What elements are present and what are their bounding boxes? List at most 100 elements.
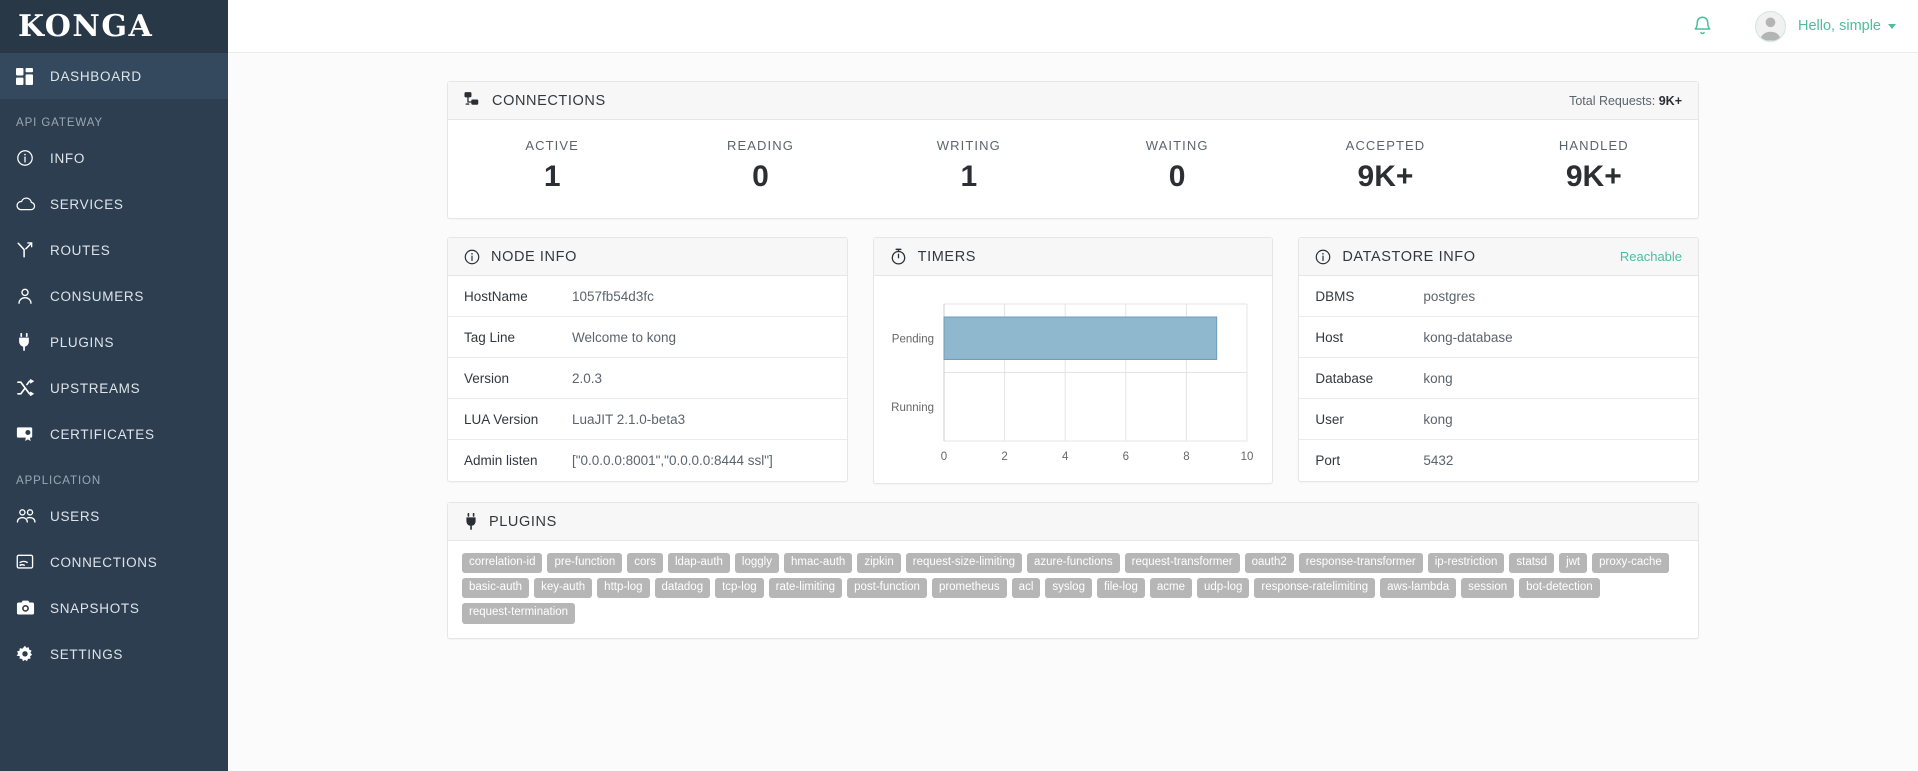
chart-xtick-label: 10: [1240, 451, 1253, 463]
plugin-tag[interactable]: request-size-limiting: [905, 553, 1022, 574]
plugin-tag[interactable]: azure-functions: [1027, 553, 1120, 574]
table-row: User kong: [1299, 399, 1699, 440]
sidebar-item-users[interactable]: USERS: [0, 493, 228, 539]
sidebar-item-connections[interactable]: CONNECTIONS: [0, 539, 228, 585]
plugin-tag[interactable]: loggly: [734, 553, 779, 574]
plugin-tag[interactable]: aws-lambda: [1380, 578, 1457, 599]
timers-title: TIMERS: [917, 248, 977, 265]
plugin-tag[interactable]: acl: [1011, 578, 1041, 599]
plugin-tag[interactable]: bot-detection: [1519, 578, 1600, 599]
connections-card: CONNECTIONS Total Requests: 9K+ ACTIVE 1: [447, 81, 1699, 219]
plugin-tag[interactable]: syslog: [1045, 578, 1092, 599]
connections-header-left: CONNECTIONS: [464, 92, 606, 109]
sidebar-item-label: UPSTREAMS: [50, 380, 141, 396]
sidebar-item-label: SERVICES: [50, 196, 124, 212]
stat-reading: READING 0: [656, 138, 864, 192]
sidebar-section-application: APPLICATION: [16, 475, 102, 487]
timers-chart-svg: 0 2 4 6 8 10 Pending Running: [891, 303, 1253, 463]
table-row: Host kong-database: [1299, 317, 1699, 358]
timers-card: TIMERS 0 2 4 6 8 10 Pending Running: [872, 237, 1274, 484]
sidebar-item-dashboard[interactable]: DASHBOARD: [0, 53, 228, 99]
total-requests: Total Requests: 9K+: [1569, 94, 1682, 108]
user-menu[interactable]: Hello, simple: [1755, 10, 1896, 42]
plugin-tag[interactable]: basic-auth: [462, 578, 530, 599]
timers-chart: 0 2 4 6 8 10 Pending Running: [874, 276, 1273, 483]
table-row: Tag Line Welcome to kong: [448, 317, 847, 358]
sidebar-item-plugins[interactable]: PLUGINS: [0, 319, 228, 365]
row-key: User: [1315, 411, 1344, 427]
datastore-info-title: DATASTORE INFO: [1342, 248, 1476, 265]
app-root: KONGA DASHBOARD API GATEWAY INFO SERVICE…: [0, 0, 1918, 771]
row-value: postgres: [1423, 288, 1476, 304]
plugin-tag[interactable]: proxy-cache: [1592, 553, 1669, 574]
plugin-tag[interactable]: file-log: [1096, 578, 1145, 599]
plugin-tag[interactable]: hmac-auth: [783, 553, 853, 574]
sidebar-item-certificates[interactable]: CERTIFICATES: [0, 411, 228, 457]
plugin-tag[interactable]: http-log: [597, 578, 650, 599]
plugin-tag[interactable]: key-auth: [534, 578, 593, 599]
plugin-tag[interactable]: prometheus: [931, 578, 1007, 599]
table-row: Port 5432: [1299, 440, 1698, 481]
node-info-header: NODE INFO: [448, 238, 847, 276]
sidebar-item-info[interactable]: INFO: [0, 135, 228, 181]
plugin-tag[interactable]: correlation-id: [462, 553, 543, 574]
users-icon: [16, 507, 46, 525]
user-icon: [16, 287, 46, 305]
plugin-tag[interactable]: ip-restriction: [1427, 553, 1505, 574]
plugin-tag[interactable]: post-function: [847, 578, 927, 599]
plugin-tag[interactable]: request-termination: [462, 603, 576, 624]
plugin-tag[interactable]: acme: [1149, 578, 1192, 599]
stat-value: 0: [752, 160, 769, 193]
camera-icon: [16, 599, 46, 617]
sidebar: KONGA DASHBOARD API GATEWAY INFO SERVICE…: [0, 0, 228, 771]
chart-xtick-label: 2: [1001, 451, 1007, 463]
table-row: LUA Version LuaJIT 2.1.0-beta3: [448, 399, 847, 440]
plugin-tag[interactable]: zipkin: [857, 553, 901, 574]
plugin-tag[interactable]: rate-limiting: [768, 578, 843, 599]
plugins-header: PLUGINS: [448, 503, 1698, 541]
routes-icon: [16, 241, 46, 259]
row-value: 1057fb54d3fc: [572, 288, 654, 304]
chevron-down-icon: [1888, 23, 1896, 29]
row-key: Host: [1315, 329, 1344, 345]
sidebar-item-snapshots[interactable]: SNAPSHOTS: [0, 585, 228, 631]
content-wrapper: CONNECTIONS Total Requests: 9K+ ACTIVE 1: [447, 81, 1700, 639]
plugin-tag[interactable]: oauth2: [1244, 553, 1294, 574]
row-value: kong: [1423, 370, 1453, 386]
row-key: Port: [1315, 453, 1341, 468]
row-key: DBMS: [1315, 288, 1355, 304]
plugin-tag[interactable]: response-transformer: [1298, 553, 1423, 574]
sidebar-item-upstreams[interactable]: UPSTREAMS: [0, 365, 228, 411]
stat-value: 0: [1168, 160, 1186, 193]
sidebar-item-routes[interactable]: ROUTES: [0, 227, 228, 273]
plugin-tag[interactable]: request-transformer: [1124, 553, 1240, 574]
stat-value: 9K+: [1357, 160, 1414, 193]
plugin-tag[interactable]: tcp-log: [715, 578, 764, 599]
plugins-body: correlation-id pre-function cors ldap-auth l…: [448, 541, 1698, 638]
sidebar-item-consumers[interactable]: CONSUMERS: [0, 273, 228, 319]
node-info-table: HostName 1057fb54d3fc Tag Line Welcome t…: [448, 276, 847, 481]
node-info-column: NODE INFO HostName 1057fb54d3fc Tag Line: [447, 237, 848, 484]
brand-logo[interactable]: KONGA: [0, 0, 228, 53]
timers-header: TIMERS: [873, 238, 1273, 276]
table-row: Version 2.0.3: [448, 358, 847, 399]
sidebar-item-services[interactable]: SERVICES: [0, 181, 228, 227]
topbar: Hello, simple: [228, 0, 1918, 53]
row-value: kong: [1423, 411, 1453, 427]
plugin-tag[interactable]: jwt: [1559, 553, 1588, 574]
plugin-tag[interactable]: ldap-auth: [667, 553, 730, 574]
stopwatch-icon: [890, 248, 907, 265]
plugin-tag[interactable]: udp-log: [1197, 578, 1250, 599]
timers-header-left: TIMERS: [890, 248, 976, 265]
plugins-title: PLUGINS: [489, 513, 557, 530]
bell-icon[interactable]: [1692, 15, 1713, 37]
plugin-tag[interactable]: pre-function: [547, 553, 623, 574]
sidebar-item-settings[interactable]: SETTINGS: [0, 631, 228, 677]
plugin-tag[interactable]: datadog: [654, 578, 711, 599]
connection-icon: [16, 553, 46, 571]
plugin-tag[interactable]: cors: [627, 553, 663, 574]
plugin-tag[interactable]: statsd: [1509, 553, 1555, 574]
plugin-tag[interactable]: session: [1461, 578, 1515, 599]
plugin-tag[interactable]: response-ratelimiting: [1254, 578, 1376, 599]
row-value: 2.0.3: [572, 370, 603, 386]
